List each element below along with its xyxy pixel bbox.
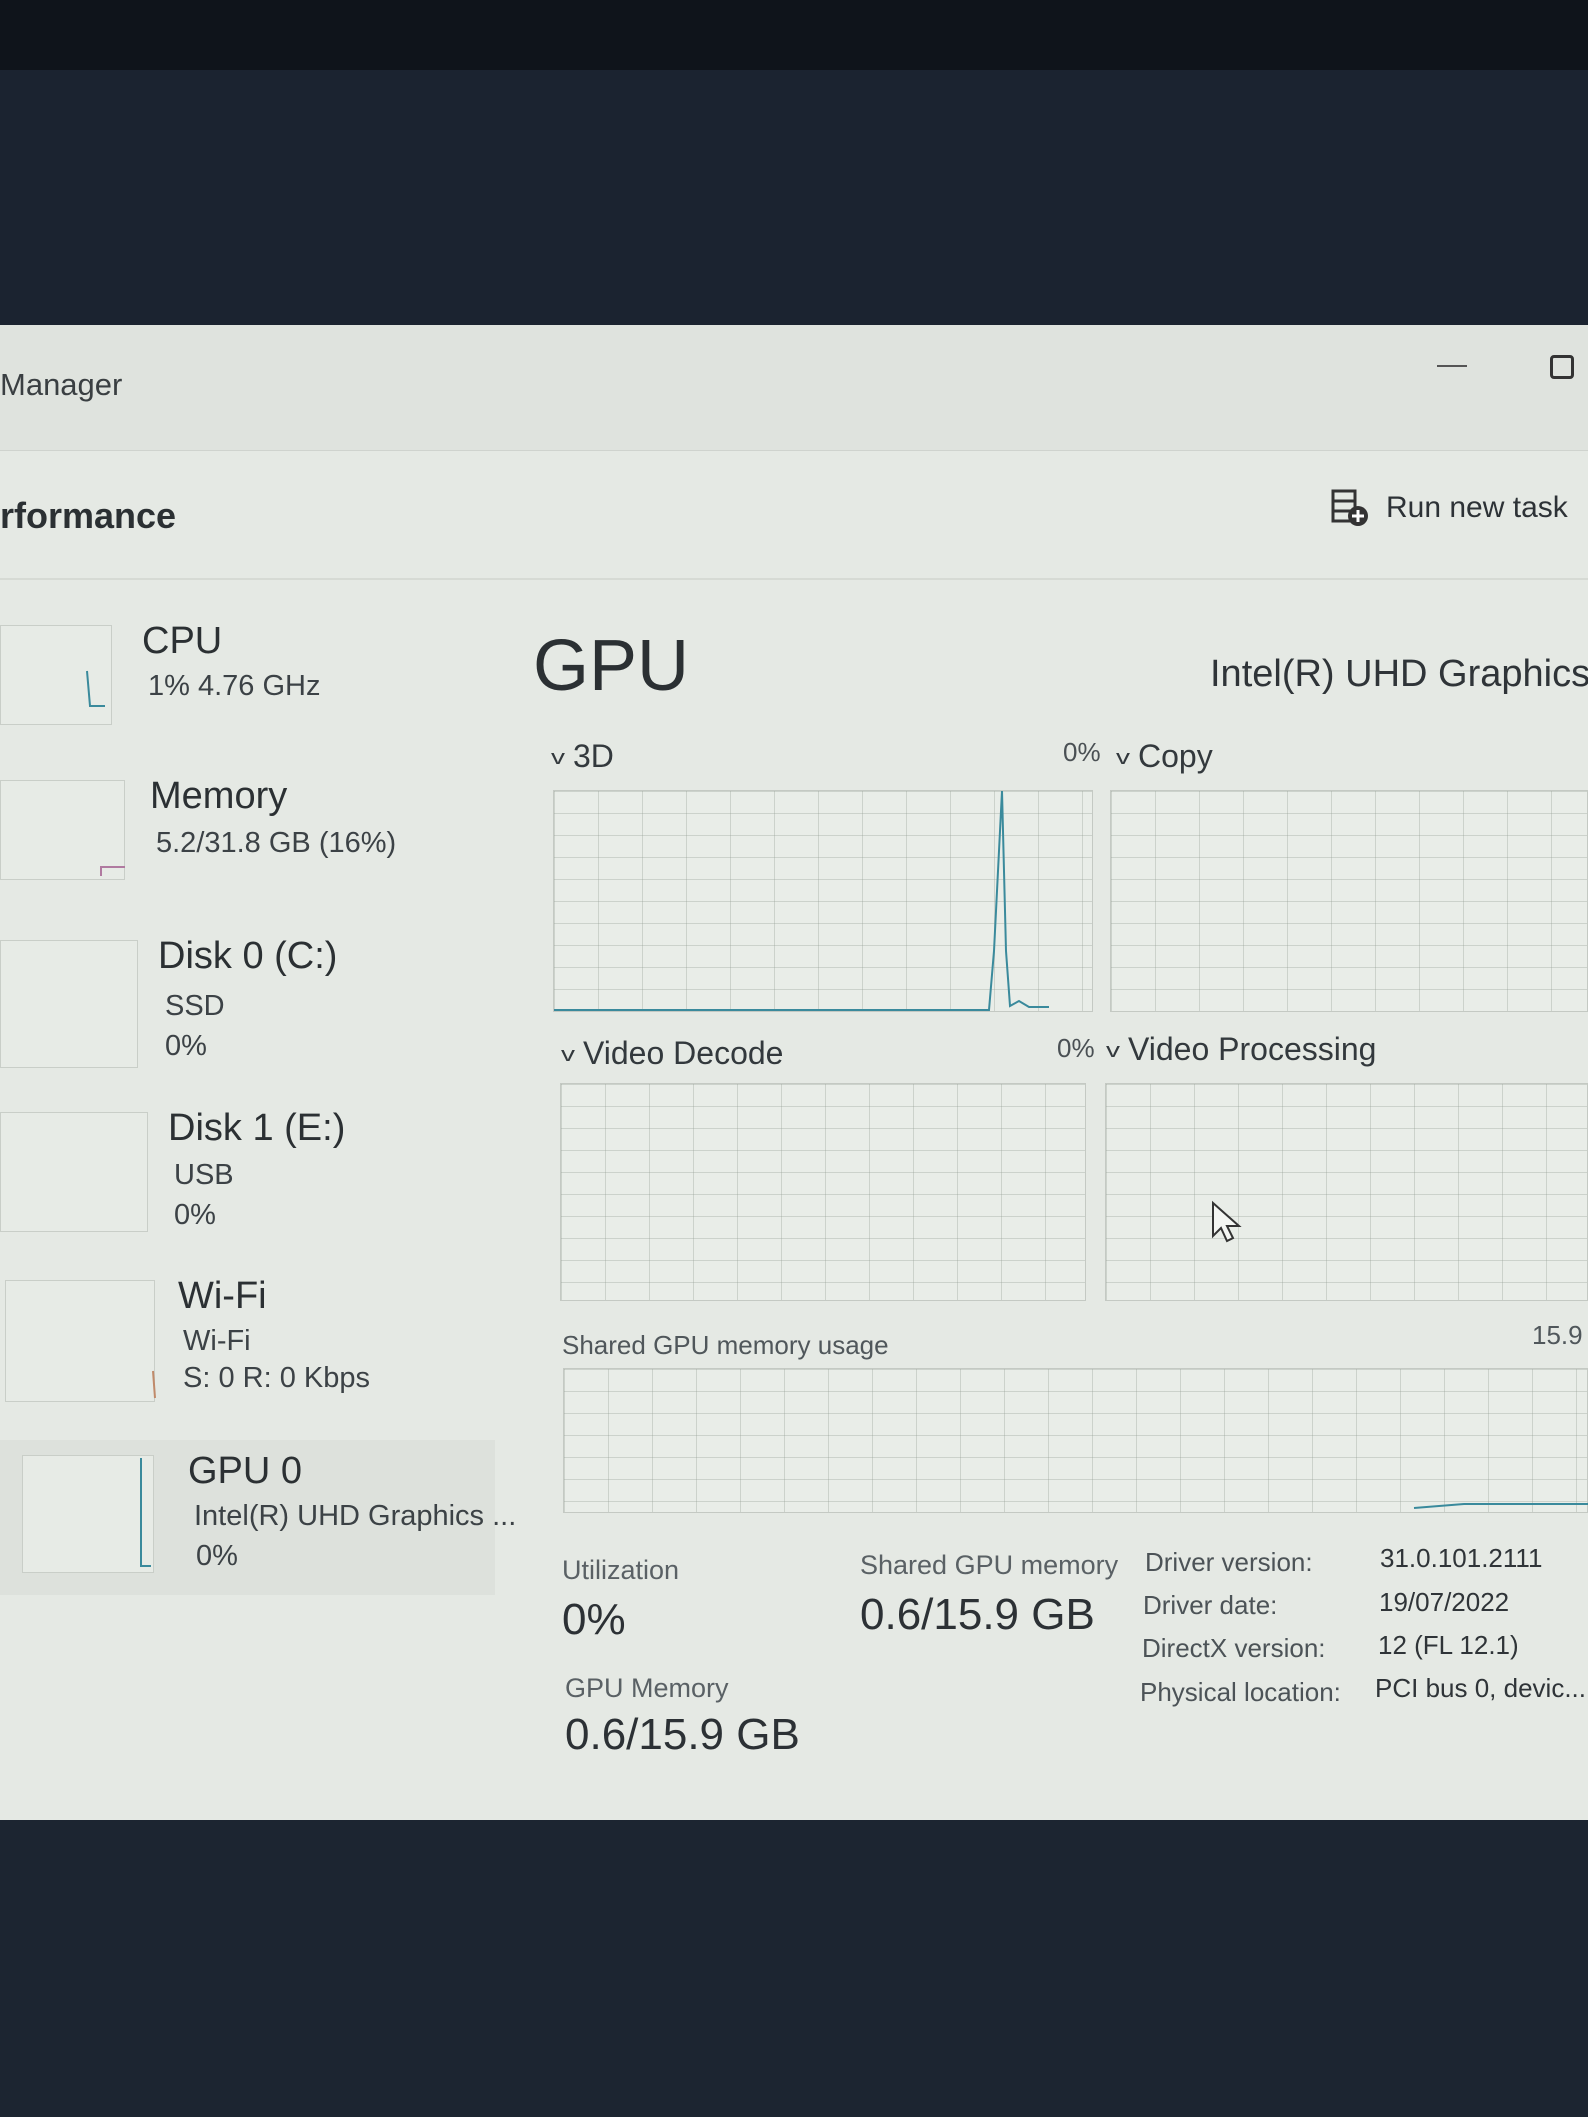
chevron-down-icon: v: [1116, 747, 1130, 770]
disk0-mini-graph: [0, 940, 138, 1068]
sidebar-item-label: Wi-Fi: [178, 1275, 267, 1317]
sidebar-item-label: GPU 0: [188, 1450, 303, 1492]
minimize-icon[interactable]: [1437, 365, 1467, 367]
title-bar: Manager: [0, 325, 1588, 451]
sidebar-item-cpu[interactable]: CPU 1% 4.76 GHz: [0, 620, 495, 770]
shared-memory-graph-max: 15.9: [1532, 1320, 1583, 1350]
driver-date-value: 19/07/2022: [1379, 1587, 1510, 1617]
physical-location-value: PCI bus 0, devic...: [1375, 1673, 1586, 1703]
chevron-down-icon: v: [561, 1044, 575, 1067]
graph-copy: [1110, 790, 1588, 1012]
sidebar-item-value: 0%: [165, 1030, 207, 1062]
background-bottom: [0, 1820, 1588, 2117]
graph-percent: 0%: [1063, 737, 1101, 767]
sidebar-item-label: Memory: [150, 775, 288, 817]
memory-mini-graph: [0, 780, 125, 880]
sidebar-item-value: 5.2/31.8 GB (16%): [156, 827, 397, 859]
graph-video-decode: [560, 1083, 1086, 1301]
sidebar-item-gpu-0[interactable]: GPU 0 Intel(R) UHD Graphics ... 0%: [0, 1440, 516, 1595]
maximize-icon[interactable]: [1550, 355, 1574, 379]
gpu-mini-graph: [22, 1455, 154, 1573]
run-new-task-button[interactable]: Run new task: [1330, 488, 1568, 528]
graph-label-text: Video Processing: [1128, 1031, 1377, 1067]
sidebar: CPU 1% 4.76 GHz Memory 5.2/31.8 GB (16%)…: [0, 620, 516, 1620]
graph-label-text: 3D: [573, 738, 614, 774]
utilization-label: Utilization: [562, 1555, 680, 1585]
sidebar-item-label: Disk 0 (C:): [158, 935, 338, 977]
sidebar-item-memory[interactable]: Memory 5.2/31.8 GB (16%): [0, 775, 495, 930]
sidebar-item-type: Intel(R) UHD Graphics ...: [194, 1500, 517, 1532]
graph-selector-video-decode[interactable]: v Video Decode: [561, 1035, 784, 1072]
sidebar-item-type: USB: [174, 1159, 234, 1191]
chevron-down-icon: v: [551, 747, 565, 770]
gpu-title: GPU: [533, 626, 690, 706]
sidebar-item-value: 1% 4.76 GHz: [148, 670, 321, 702]
page-header: rformance Run new task: [0, 450, 1588, 580]
sidebar-item-value: 0%: [174, 1199, 216, 1231]
sidebar-item-type: SSD: [165, 990, 225, 1022]
utilization-value: 0%: [562, 1595, 626, 1644]
shared-memory-graph-label: Shared GPU memory usage: [562, 1330, 889, 1360]
gpu-memory-value: 0.6/15.9 GB: [565, 1710, 800, 1759]
window-title: Manager: [0, 367, 123, 402]
gpu-memory-label: GPU Memory: [565, 1673, 729, 1703]
sidebar-item-disk-0[interactable]: Disk 0 (C:) SSD 0%: [0, 935, 495, 1105]
background-top: [0, 0, 1588, 70]
shared-memory-label: Shared GPU memory: [860, 1550, 1119, 1580]
mouse-cursor-icon: [1212, 1200, 1242, 1243]
sidebar-item-label: CPU: [142, 620, 223, 662]
physical-location-label: Physical location:: [1140, 1677, 1341, 1707]
driver-version-value: 31.0.101.2111: [1380, 1543, 1543, 1573]
gpu-model-name: Intel(R) UHD Graphics: [1210, 653, 1588, 695]
directx-version-label: DirectX version:: [1142, 1633, 1326, 1663]
chevron-down-icon: v: [1106, 1040, 1120, 1063]
task-manager-window: Manager rformance Run new task CPU 1% 4.…: [0, 325, 1588, 1820]
driver-version-label: Driver version:: [1145, 1547, 1313, 1577]
run-task-icon: [1330, 488, 1370, 528]
sidebar-item-type: Wi-Fi: [183, 1325, 251, 1357]
wifi-mini-graph: [5, 1280, 156, 1402]
graph-shared-memory: [563, 1368, 1588, 1513]
sidebar-item-value: S: 0 R: 0 Kbps: [183, 1362, 370, 1394]
shared-memory-value: 0.6/15.9 GB: [860, 1590, 1095, 1639]
cpu-mini-graph: [0, 625, 112, 725]
graph-video-processing: [1105, 1083, 1588, 1301]
sidebar-item-label: Disk 1 (E:): [168, 1107, 346, 1149]
graph-percent: 0%: [1057, 1033, 1095, 1063]
sidebar-item-value: 0%: [196, 1540, 238, 1572]
graph-selector-3d[interactable]: v 3D: [551, 738, 614, 775]
graph-label-text: Copy: [1138, 738, 1213, 774]
graph-3d: [553, 790, 1093, 1012]
page-title: rformance: [0, 495, 177, 536]
directx-version-value: 12 (FL 12.1): [1378, 1630, 1519, 1660]
graph-label-text: Video Decode: [583, 1035, 784, 1071]
graph-selector-copy[interactable]: v Copy: [1116, 738, 1213, 775]
sidebar-item-disk-1[interactable]: Disk 1 (E:) USB 0%: [0, 1107, 495, 1272]
disk1-mini-graph: [0, 1112, 148, 1232]
run-task-label: Run new task: [1386, 491, 1568, 524]
sidebar-item-wifi[interactable]: Wi-Fi Wi-Fi S: 0 R: 0 Kbps: [0, 1275, 495, 1435]
driver-date-label: Driver date:: [1143, 1590, 1278, 1620]
graph-selector-video-processing[interactable]: v Video Processing: [1106, 1031, 1377, 1068]
